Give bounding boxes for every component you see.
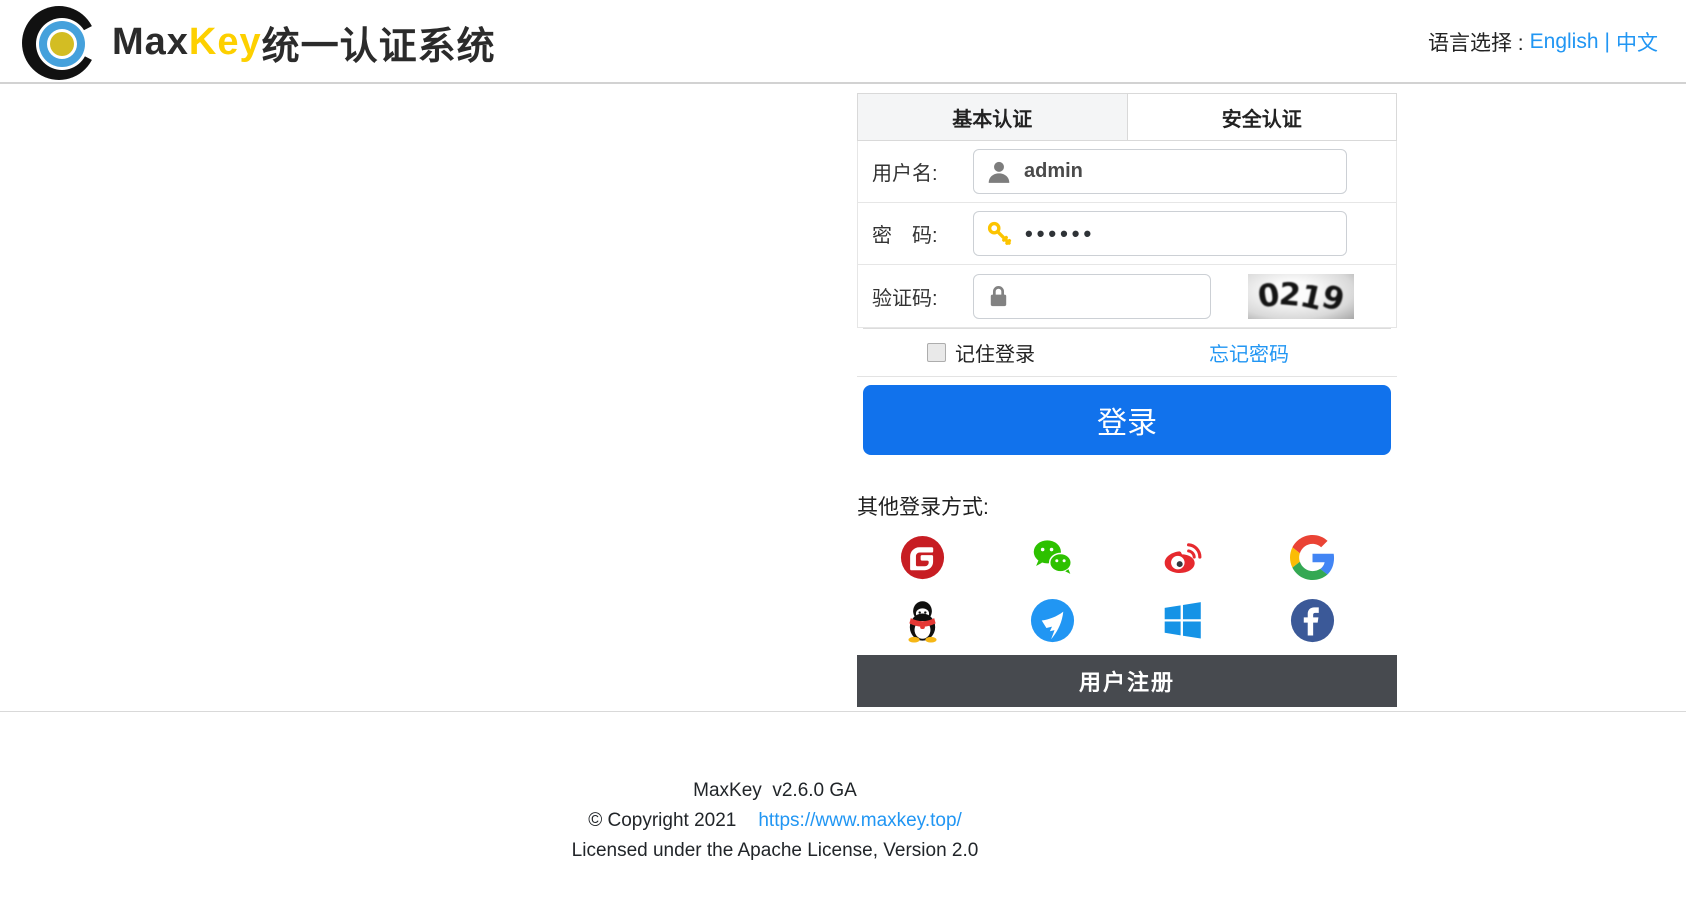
footer-version: MaxKey v2.6.0 GA xyxy=(693,780,857,801)
brand-prefix: Max xyxy=(112,20,189,63)
page-title: Max Key 统一认证系统 xyxy=(112,0,496,84)
register-bar[interactable]: 用户注册 xyxy=(857,655,1397,707)
microsoft-login-icon[interactable] xyxy=(1160,598,1205,643)
username-label: 用户名: xyxy=(872,163,938,185)
tab-basic-auth[interactable]: 基本认证 xyxy=(858,94,1127,140)
login-panel: 基本认证 安全认证 用户名: 密 码: xyxy=(857,93,1397,707)
key-icon xyxy=(987,221,1012,245)
remember-checkbox[interactable] xyxy=(927,343,946,362)
gitee-login-icon[interactable] xyxy=(900,535,945,580)
remember-label: 记住登录 xyxy=(955,344,1035,366)
password-label: 密 码: xyxy=(872,225,938,247)
login-button[interactable]: 登录 xyxy=(863,385,1391,455)
captcha-inputbox[interactable] xyxy=(973,273,1211,319)
page-footer: MaxKey v2.6.0 GA © Copyright 2021 https:/… xyxy=(0,712,1686,866)
brand-suffix: 统一认证系统 xyxy=(261,25,496,68)
username-input[interactable] xyxy=(1024,160,1336,183)
dingtalk-login-icon[interactable] xyxy=(1030,598,1075,643)
forgot-password-link[interactable]: 忘记密码 xyxy=(1209,338,1289,367)
remember-row: 记住登录 忘记密码 xyxy=(857,329,1397,377)
language-label: 语言选择 : xyxy=(1427,32,1524,55)
google-login-icon[interactable] xyxy=(1289,535,1335,580)
language-english-link[interactable]: English xyxy=(1530,30,1599,54)
weibo-login-icon[interactable] xyxy=(1160,535,1205,580)
wechat-login-icon[interactable] xyxy=(1030,535,1075,580)
auth-tabs: 基本认证 安全认证 xyxy=(857,93,1397,141)
user-icon xyxy=(988,161,1010,183)
language-chinese-link[interactable]: 中文 xyxy=(1616,27,1658,57)
captcha-label: 验证码: xyxy=(872,287,938,310)
username-inputbox[interactable] xyxy=(973,149,1347,194)
language-selector: 语言选择 : English | 中文 xyxy=(1428,0,1658,84)
login-form: 用户名: 密 码: xyxy=(857,141,1397,328)
password-input[interactable] xyxy=(1025,220,1336,247)
footer-license: Licensed under the Apache License, Versi… xyxy=(571,840,979,861)
footer-site-link[interactable]: https://www.maxkey.top/ xyxy=(758,810,961,831)
language-separator: | xyxy=(1604,30,1610,53)
lock-icon xyxy=(990,285,1007,306)
footer-copyright: © Copyright 2021 xyxy=(588,810,737,831)
captcha-row: 验证码: 0 2 1 9 xyxy=(858,265,1396,327)
captcha-image[interactable]: 0 2 1 9 xyxy=(1248,273,1354,319)
maxkey-logo-icon xyxy=(22,6,96,80)
app-header: Max Key 统一认证系统 语言选择 : English | 中文 xyxy=(0,0,1686,84)
facebook-login-icon[interactable] xyxy=(1290,598,1335,643)
captcha-input[interactable] xyxy=(1023,284,1200,308)
other-login-methods-label: 其他登录方式: xyxy=(857,496,989,519)
password-row: 密 码: xyxy=(858,203,1396,265)
qq-login-icon[interactable] xyxy=(900,598,945,643)
main-area: 基本认证 安全认证 用户名: 密 码: xyxy=(0,84,1686,712)
brand-highlight: Key xyxy=(188,20,262,63)
social-login-grid xyxy=(857,535,1397,643)
username-row: 用户名: xyxy=(858,141,1396,203)
tab-security-auth[interactable]: 安全认证 xyxy=(1126,94,1396,140)
password-inputbox[interactable] xyxy=(973,211,1347,256)
